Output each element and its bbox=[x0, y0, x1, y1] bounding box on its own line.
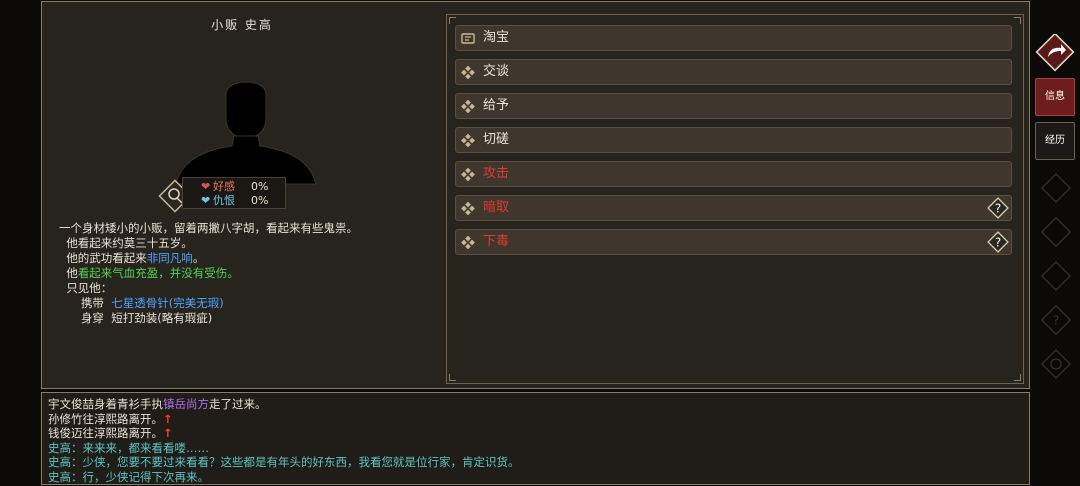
log-line: 史高：来来来，都来看看喽…… bbox=[48, 440, 209, 455]
weapon-name: 镇岳尚方 bbox=[163, 397, 209, 411]
desc-text: 。 bbox=[227, 266, 239, 280]
svg-text:?: ? bbox=[995, 202, 1001, 216]
hatred-row: ❤ 仇恨 0% bbox=[183, 194, 285, 208]
desc-line: 他的武功看起来非同凡响。 bbox=[59, 251, 358, 266]
action-shop-button[interactable]: 淘宝 bbox=[455, 25, 1012, 51]
corner-decoration bbox=[449, 374, 456, 381]
arrow-up-icon: ↑ bbox=[163, 426, 173, 440]
tab-experience[interactable]: 经历 bbox=[1035, 122, 1075, 160]
desc-text: 他看起来约莫三十五岁。 bbox=[66, 236, 193, 250]
log-line: 钱俊迈往淳熙路离开。↑ bbox=[48, 426, 520, 441]
svg-text:?: ? bbox=[1053, 314, 1059, 328]
log-line: 史高：行，少侠记得下次再来。 bbox=[48, 469, 209, 484]
hatred-value: 0% bbox=[251, 194, 269, 207]
carry-quality: (完美无瑕) bbox=[168, 296, 224, 310]
log-line: 宇文俊喆身着青衫手执镇岳尚方走了过来。 bbox=[48, 397, 520, 412]
svg-text:?: ? bbox=[995, 236, 1001, 250]
message-log[interactable]: 宇文俊喆身着青衫手执镇岳尚方走了过来。 孙修竹往淳熙路离开。↑ 钱俊迈往淳熙路离… bbox=[41, 392, 1030, 485]
action-talk-button[interactable]: 交谈 bbox=[455, 59, 1012, 85]
action-label: 攻击 bbox=[483, 166, 510, 181]
equip-line: 携带 七星透骨针(完美无瑕) bbox=[59, 296, 358, 311]
diamond-icon bbox=[461, 66, 475, 79]
diamond-icon bbox=[461, 202, 475, 215]
action-panel: 淘宝 交谈 给予 切磋 攻击 暗取 ? 下毒 ? bbox=[446, 14, 1024, 384]
log-text: 宇文俊喆身着青衫手执镇岳尚方走了过来。 孙修竹往淳熙路离开。↑ 钱俊迈往淳熙路离… bbox=[48, 397, 520, 484]
corner-decoration bbox=[1014, 17, 1021, 24]
npc-info-panel: 小贩 史高 ❤ 好感 0% ❤ 仇恨 0% 一个身材矮小的小贩，留着两撇八字胡，… bbox=[41, 1, 1030, 389]
carry-label: 携带 bbox=[80, 296, 104, 310]
action-label: 给予 bbox=[483, 98, 510, 113]
log-text: 钱俊迈往淳熙路离开。 bbox=[48, 426, 163, 440]
diamond-icon bbox=[461, 168, 475, 181]
shop-icon bbox=[461, 33, 475, 44]
wear-quality: (略有瑕疵) bbox=[157, 311, 213, 325]
heart-icon: ❤ bbox=[201, 180, 211, 193]
wear-item[interactable]: 短打劲装 bbox=[111, 311, 157, 325]
equip-line: 身穿 短打劲装(略有瑕疵) bbox=[59, 311, 358, 326]
corner-decoration bbox=[1014, 374, 1021, 381]
desc-text: 只见他： bbox=[66, 281, 113, 295]
desc-line: 他看起来气血充盈，并没有受伤。 bbox=[59, 266, 358, 281]
ghost-icon bbox=[1041, 261, 1071, 291]
health-status: 看起来气血充盈，并没有受伤 bbox=[77, 266, 228, 280]
corner-decoration bbox=[449, 17, 456, 24]
diamond-icon bbox=[461, 100, 475, 113]
sidebar: 信息 经历 ? bbox=[1032, 0, 1080, 486]
help-icon: ? bbox=[1041, 305, 1071, 335]
tab-info[interactable]: 信息 bbox=[1035, 78, 1075, 116]
log-line: 史高：少侠，您要不要过来看看？这些都是有年头的好东西，我看您就是位行家，肯定识货… bbox=[48, 455, 520, 469]
ghost-icon bbox=[1041, 173, 1071, 203]
wear-label: 身穿 bbox=[80, 311, 104, 325]
carry-item[interactable]: 七星透骨针 bbox=[111, 296, 169, 310]
log-text: 孙修竹往淳熙路离开。 bbox=[48, 411, 163, 426]
desc-text: 。 bbox=[192, 251, 205, 265]
desc-text: 他的武功看起来 bbox=[66, 251, 147, 265]
ghost-icon bbox=[1041, 217, 1071, 247]
hatred-label: 仇恨 bbox=[213, 194, 235, 207]
action-label: 暗取 bbox=[483, 200, 510, 215]
martial-level: 非同凡响 bbox=[146, 251, 193, 265]
heart-icon: ❤ bbox=[201, 194, 211, 207]
action-label: 切磋 bbox=[483, 132, 510, 147]
action-give-button[interactable]: 给予 bbox=[455, 93, 1012, 119]
diamond-icon bbox=[461, 236, 475, 249]
npc-description: 一个身材矮小的小贩，留着两撇八字胡，看起来有些鬼祟。 他看起来约莫三十五岁。 他… bbox=[59, 221, 358, 326]
back-button[interactable] bbox=[1035, 34, 1075, 72]
action-steal-button[interactable]: 暗取 ? bbox=[455, 195, 1012, 221]
relationship-stats: ❤ 好感 0% ❤ 仇恨 0% bbox=[182, 177, 286, 209]
action-label: 交谈 bbox=[483, 64, 510, 79]
favor-value: 0% bbox=[251, 180, 269, 193]
diamond-icon bbox=[461, 134, 475, 147]
favor-row: ❤ 好感 0% bbox=[183, 180, 285, 194]
desc-line: 只见他： bbox=[59, 281, 358, 296]
npc-name: 小贩 史高 bbox=[211, 18, 273, 32]
npc-portrait bbox=[175, 81, 317, 185]
desc-line: 一个身材矮小的小贩，留着两撇八字胡，看起来有些鬼祟。 bbox=[59, 221, 358, 235]
log-text: 走了过来。 bbox=[209, 397, 267, 411]
log-text: 宇文俊喆身着青衫手执 bbox=[48, 397, 163, 411]
log-line: 孙修竹往淳熙路离开。↑ bbox=[48, 412, 520, 427]
action-poison-button[interactable]: 下毒 ? bbox=[455, 229, 1012, 255]
favor-label: 好感 bbox=[213, 180, 235, 193]
action-label: 淘宝 bbox=[483, 30, 510, 45]
action-label: 下毒 bbox=[483, 234, 510, 249]
arrow-up-icon: ↑ bbox=[163, 411, 173, 426]
action-attack-button[interactable]: 攻击 bbox=[455, 161, 1012, 187]
desc-text: 他 bbox=[66, 266, 78, 280]
action-spar-button[interactable]: 切磋 bbox=[455, 127, 1012, 153]
settings-icon bbox=[1041, 349, 1071, 379]
help-icon[interactable]: ? bbox=[984, 228, 1012, 256]
help-icon[interactable]: ? bbox=[984, 194, 1012, 222]
desc-line: 他看起来约莫三十五岁。 bbox=[59, 236, 358, 251]
